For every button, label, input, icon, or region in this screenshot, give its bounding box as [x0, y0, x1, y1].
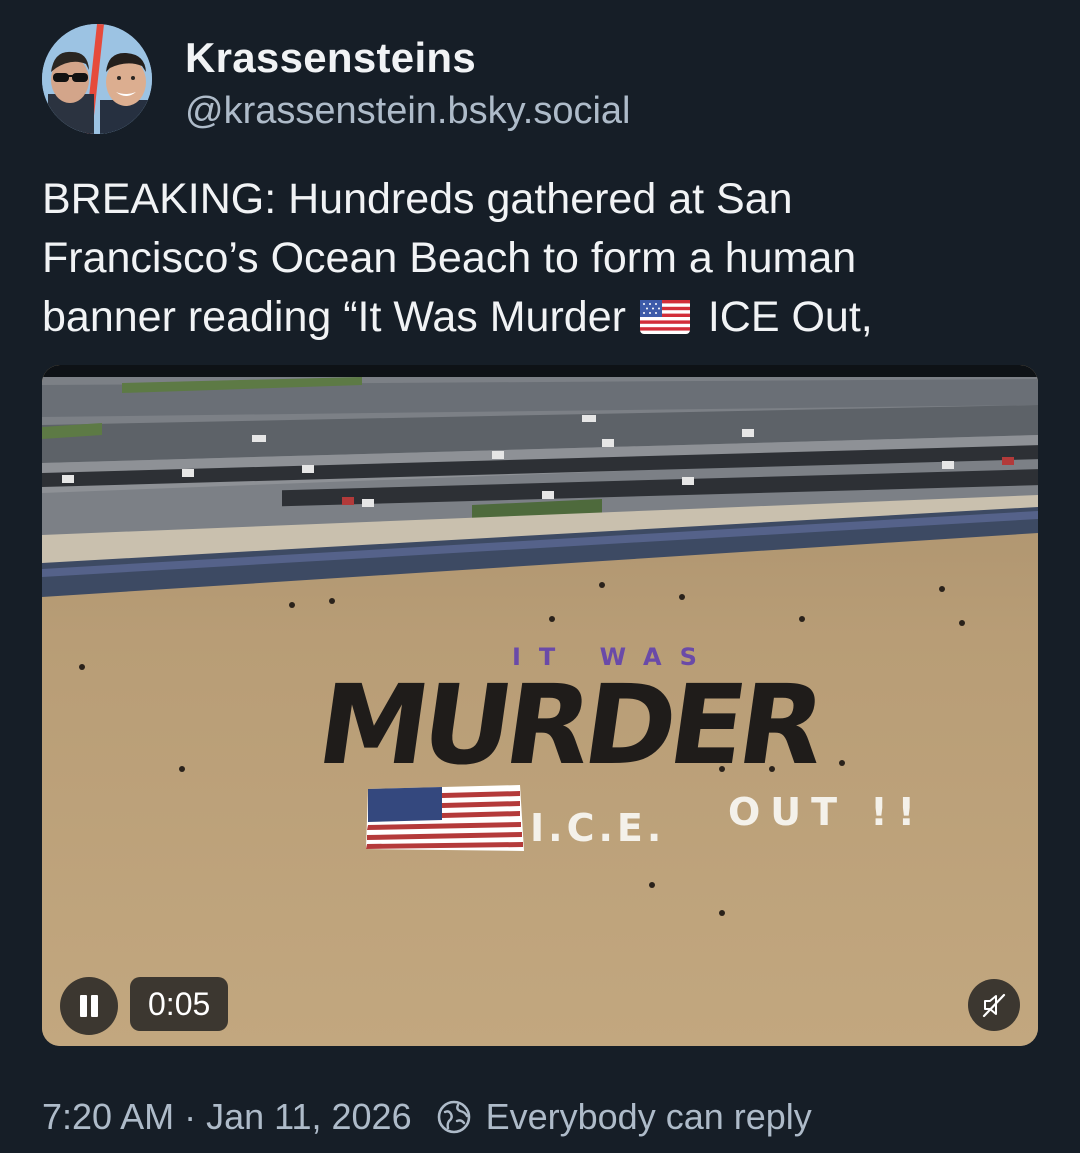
us-flag-emoji-icon [639, 300, 690, 334]
pause-button[interactable] [60, 977, 118, 1035]
scene-flag [366, 785, 524, 851]
video-player[interactable]: IT WAS MURDER I.C.E. OUT !! 0:05 [42, 365, 1038, 1046]
author-handle[interactable]: @krassenstein.bsky.social [185, 90, 630, 133]
post-time: 7:20 AM [42, 1096, 175, 1137]
post-text-line: Francisco’s Ocean Beach to form a human [42, 234, 857, 282]
scene-text-ice: I.C.E. [530, 806, 665, 850]
reply-setting[interactable]: Everybody can reply [486, 1096, 812, 1138]
mute-button[interactable] [968, 979, 1020, 1031]
post-text-fragment: ICE Out, [707, 293, 873, 341]
post-footer: 7:20 AM · Jan 11, 2026 Everybody can rep… [42, 1094, 812, 1140]
post-date: Jan 11, 2026 [206, 1096, 412, 1137]
avatar-image [42, 24, 152, 134]
post-text-line: BREAKING: Hundreds gathered at San [42, 175, 793, 223]
scene-text-murder: MURDER [310, 662, 831, 790]
post-text-fragment: banner reading “It Was Murder [42, 293, 626, 341]
post-header: Krassensteins @krassenstein.bsky.social [42, 24, 1042, 138]
avatar[interactable] [42, 24, 152, 134]
video-elapsed-time: 0:05 [130, 977, 229, 1031]
scene-text-out: OUT !! [728, 790, 925, 834]
author-display-name[interactable]: Krassensteins [185, 34, 476, 82]
footer-separator: · [184, 1096, 197, 1137]
speaker-muted-icon [982, 993, 1006, 1018]
globe-icon [437, 1100, 470, 1134]
post-text: BREAKING: Hundreds gathered at San Franc… [42, 170, 1042, 347]
pause-icon [79, 995, 99, 1017]
post-text-line: banner reading “It Was Murder ICE Out, [42, 288, 1042, 347]
video-frame: IT WAS MURDER I.C.E. OUT !! [42, 365, 1038, 1046]
